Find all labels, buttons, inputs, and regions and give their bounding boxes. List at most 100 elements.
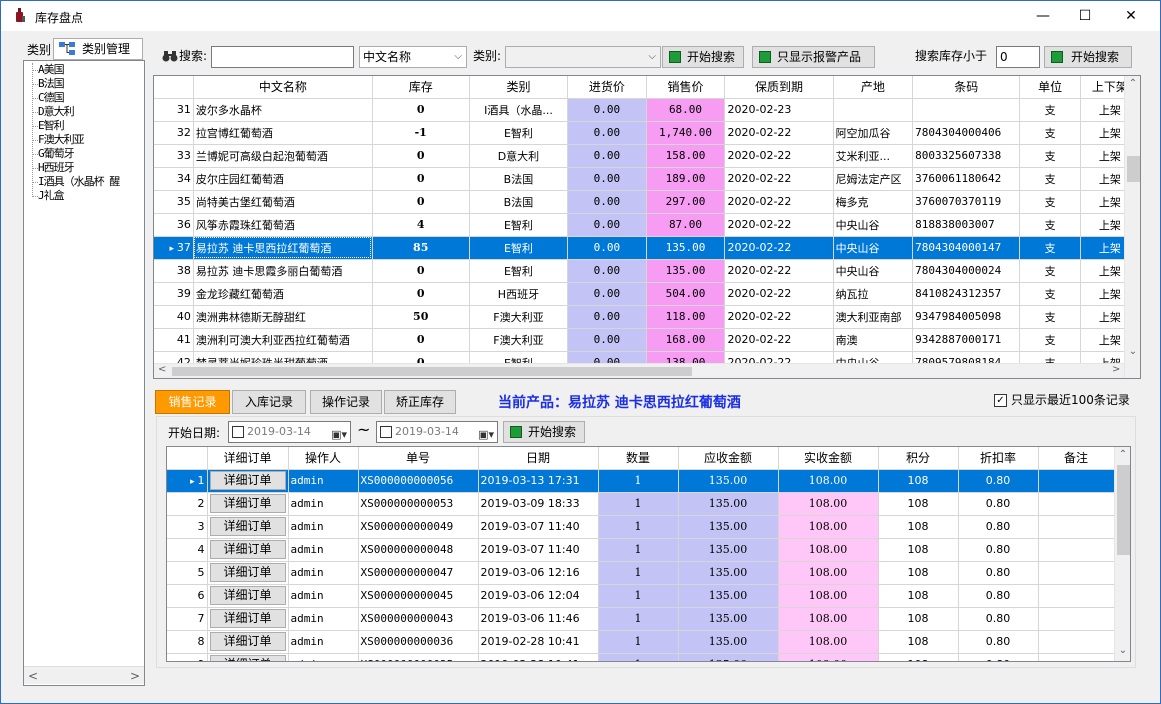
cell-date: 2019-03-06 11:46 [478,607,599,631]
recent-only-checkbox[interactable]: ✓ 只显示最近100条记录 [994,392,1130,408]
detail-order-button[interactable]: 详细订单 [209,632,286,651]
only-alert-button[interactable]: 只显示报警产品 [752,46,875,68]
scroll-thumb[interactable] [1117,465,1130,555]
detail-order-button[interactable]: 详细订单 [209,586,286,605]
sales-grid[interactable]: 详细订单 操作人 单号 日期 数量 应收金额 实收金额 积分 折扣率 备注 ▸ 1 详细订单 admi… [166,446,1131,662]
detail-order-button[interactable]: 详细订单 [209,609,286,628]
table-row[interactable]: 33 兰博妮可高级白起泡葡萄酒 0 D意大利 0.00 158.00 2020-02-22 艾… [154,144,1140,168]
search-field-select[interactable]: 中文名称 ⌵ [359,46,467,68]
category-tab-label[interactable]: 类别 [27,41,51,58]
column-header[interactable]: 类别 [469,76,569,99]
start-search-button[interactable]: 开始搜索 [662,46,744,68]
tree-item[interactable]: B法国 [38,77,65,91]
table-row[interactable]: 39 金龙珍藏红葡萄酒 0 H西班牙 0.00 504.00 2020-02-22 纳瓦拉 84… [154,282,1140,306]
column-header[interactable]: 详细订单 [207,447,289,470]
table-row[interactable]: 38 易拉苏 迪卡思霞多丽白葡萄酒 0 E智利 0.00 135.00 2020-02-22… [154,259,1140,283]
category-manage-tab[interactable]: 类别管理 [53,38,143,60]
table-row[interactable]: 6 详细订单 admin XS000000000045 2019-03-06 12:04… [167,584,1115,608]
table-row[interactable]: 31 波尔多水晶杯 0 I酒具（水晶... 0.00 68.00 2020-02-23 支上架 [154,98,1140,122]
table-row[interactable]: 3 详细订单 admin XS000000000049 2019-03-07 11:40… [167,515,1115,539]
stock-less-input[interactable]: 0 [996,46,1040,68]
scroll-right-icon[interactable]: > [1112,364,1120,375]
tree-hscroll[interactable]: < > [24,666,144,684]
sales-vscroll[interactable]: ⌃ ⌄ [1114,447,1130,661]
column-header[interactable]: 数量 [598,447,679,470]
column-header[interactable]: 库存 [372,76,470,99]
table-row[interactable]: 36 风筝赤霞珠红葡萄酒 4 E智利 0.00 87.00 2020-02-22 中央山谷 81… [154,213,1140,237]
product-grid[interactable]: 中文名称 库存 类别 进货价 销售价 保质到期 产地 条码 单位 上下架 31 波尔多水晶杯 0 I酒具… [153,75,1141,379]
table-row[interactable]: 5 详细订单 admin XS000000000047 2019-03-06 12:16… [167,561,1115,585]
scroll-down-icon[interactable]: ⌄ [1125,346,1140,357]
column-header[interactable]: 进货价 [567,76,647,99]
scroll-up-icon[interactable]: ⌃ [1115,449,1130,460]
product-hscroll[interactable]: < > [154,363,1124,378]
detail-order-button[interactable]: 详细订单 [209,540,286,559]
column-header[interactable]: 折扣率 [958,447,1039,470]
product-vscroll[interactable]: ⌃ ⌄ [1124,76,1140,378]
date-to-picker[interactable]: 2019-03-14 ▣▾ [376,421,498,443]
tab-1[interactable]: 入库记录 [232,390,306,414]
column-header[interactable]: 保质到期 [724,76,834,99]
tab-0[interactable]: 销售记录 [155,390,230,414]
tree-item[interactable]: C德国 [38,91,65,105]
table-row[interactable]: ▸ 1 详细订单 admin XS000000000056 2019-03-13 17:… [167,469,1115,493]
detail-order-button[interactable]: 详细订单 [209,471,286,490]
scroll-thumb[interactable] [1127,156,1140,182]
tree-item[interactable]: D意大利 [38,105,75,119]
scroll-up-icon[interactable]: ⌃ [1125,78,1140,89]
column-header[interactable]: 单位 [1019,76,1081,99]
tree-item[interactable]: A美国 [38,63,65,77]
table-row[interactable]: 41 澳洲利可澳大利亚西拉红葡萄酒 0 F澳大利亚 0.00 168.00 2020-02-… [154,328,1140,352]
stock-search-button[interactable]: 开始搜索 [1044,46,1132,68]
column-header[interactable]: 积分 [878,447,959,470]
tree-item[interactable]: I酒具（水晶杯 醒 [38,175,120,189]
scroll-left-icon[interactable]: < [28,669,38,683]
date-from-picker[interactable]: 2019-03-14 ▣▾ [228,421,351,443]
tab-2[interactable]: 操作记录 [310,390,382,414]
column-header[interactable]: 应收金额 [678,447,779,470]
tab-3[interactable]: 矫正库存 [384,390,456,414]
table-row[interactable]: ▸ 37 易拉苏 迪卡思西拉红葡萄酒 85 E智利 0.00 135.00 2020-02-… [154,236,1140,260]
table-row[interactable]: 32 拉宫博红葡萄酒 -1 E智利 0.00 1,740.00 2020-02-22 阿空加瓜… [154,121,1140,145]
scroll-right-icon[interactable]: > [130,669,140,683]
scroll-down-icon[interactable]: ⌄ [1115,645,1130,656]
maximize-button[interactable]: ☐ [1062,1,1108,31]
detail-order-button[interactable]: 详细订单 [209,494,286,513]
tree-item[interactable]: J礼盒 [38,189,65,203]
tree-item[interactable]: H西班牙 [38,161,75,175]
table-row[interactable]: 35 尚特美古堡红葡萄酒 0 B法国 0.00 297.00 2020-02-22 梅多克 37… [154,190,1140,214]
scroll-left-icon[interactable]: < [158,364,166,375]
column-header[interactable]: 日期 [478,447,599,470]
column-header[interactable]: 中文名称 [193,76,373,99]
column-header[interactable] [167,447,208,470]
table-row[interactable]: 34 皮尔庄园红葡萄酒 0 B法国 0.00 189.00 2020-02-22 尼姆法定产区… [154,167,1140,191]
column-header[interactable]: 备注 [1038,447,1115,470]
column-header[interactable]: 操作人 [288,447,359,470]
close-button[interactable]: ✕ [1108,1,1154,31]
table-row[interactable]: 8 详细订单 admin XS000000000036 2019-02-28 10:41… [167,630,1115,654]
cell-no: 3 [167,515,208,539]
tree-item[interactable]: E智利 [38,119,65,133]
detail-order-button[interactable]: 详细订单 [209,655,286,661]
column-header[interactable]: 实收金额 [778,447,879,470]
tree-item[interactable]: F澳大利亚 [38,133,85,147]
column-header[interactable]: 单号 [358,447,479,470]
table-row[interactable]: 4 详细订单 admin XS000000000048 2019-03-07 11:40… [167,538,1115,562]
search-input[interactable] [211,46,354,68]
table-row[interactable]: 2 详细订单 admin XS000000000053 2019-03-09 18:33… [167,492,1115,516]
column-header[interactable]: 条码 [912,76,1021,99]
column-header[interactable]: 产地 [833,76,914,99]
column-header[interactable] [154,76,194,99]
detail-order-button[interactable]: 详细订单 [209,563,286,582]
date-search-button[interactable]: 开始搜索 [503,421,585,443]
hscroll-thumb[interactable] [172,367,692,376]
cell-sell: 135.00 [646,259,726,283]
detail-order-button[interactable]: 详细订单 [209,517,286,536]
category-filter-select[interactable]: ⌵ [505,46,661,68]
table-row[interactable]: 40 澳洲弗林德斯无醇甜红 50 F澳大利亚 0.00 118.00 2020-02-22 澳… [154,305,1140,329]
tree-item[interactable]: G葡萄牙 [38,147,75,161]
column-header[interactable]: 销售价 [646,76,726,99]
table-row[interactable]: 9 详细订单adminXS0000000000352019-02-28 10:41… [167,653,1115,661]
minimize-button[interactable]: — [1020,1,1066,31]
table-row[interactable]: 7 详细订单 admin XS000000000043 2019-03-06 11:46… [167,607,1115,631]
